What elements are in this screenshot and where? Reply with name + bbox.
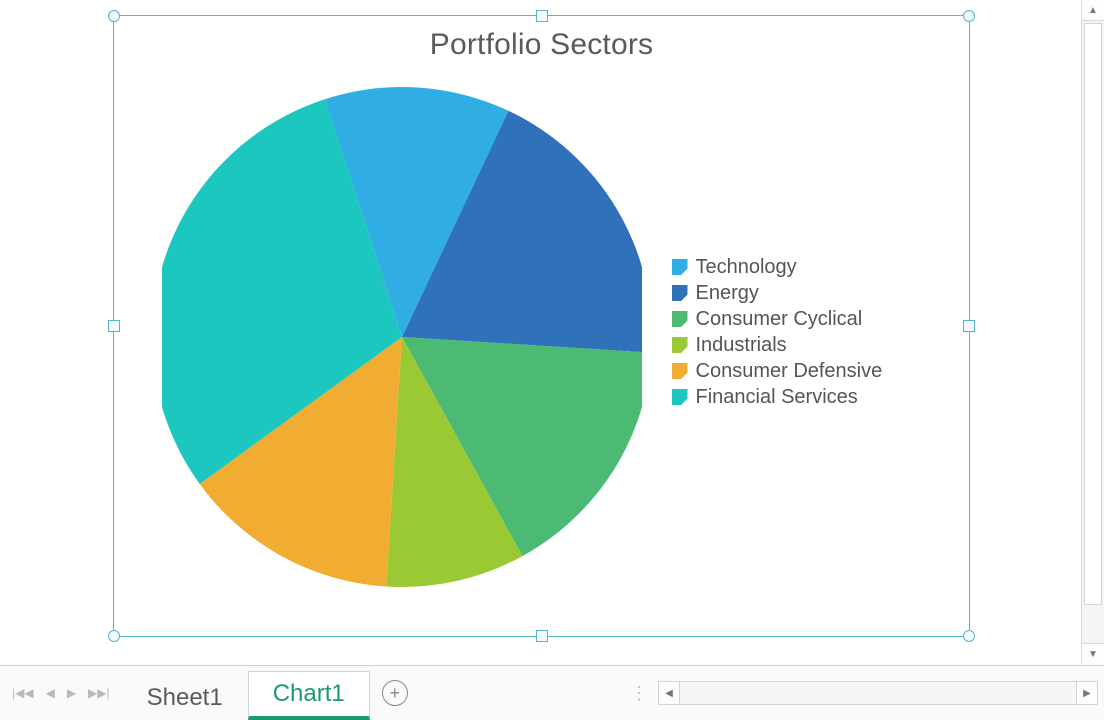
vertical-scroll-track[interactable]	[1082, 21, 1104, 643]
resize-handle-top-right[interactable]	[963, 10, 975, 22]
chart-title[interactable]: Portfolio Sectors	[114, 28, 969, 62]
legend-swatch-icon	[672, 389, 688, 405]
resize-handle-right[interactable]	[963, 320, 975, 332]
tab-nav-next-icon[interactable]: ▶	[67, 686, 76, 700]
tab-nav-last-icon[interactable]: ▶▶|	[88, 686, 110, 700]
legend-item-financial-services[interactable]: Financial Services	[672, 386, 922, 409]
scroll-down-button[interactable]: ▼	[1082, 643, 1104, 664]
resize-handle-top-left[interactable]	[108, 10, 120, 22]
legend-label: Technology	[696, 256, 797, 279]
resize-handle-bottom-left[interactable]	[108, 630, 120, 642]
chart-plot-area[interactable]: Technology Energy Consumer Cyclical Industr…	[114, 62, 969, 602]
legend-swatch-icon	[672, 337, 688, 353]
chart-object[interactable]: Portfolio Sectors Technology Energy Consum…	[113, 15, 970, 637]
pie-chart[interactable]	[162, 72, 642, 592]
sheet-tab-chart1[interactable]: Chart1	[248, 671, 370, 720]
add-sheet-button[interactable]: +	[370, 666, 420, 720]
scroll-left-button[interactable]: ◀	[658, 681, 680, 705]
legend-label: Energy	[696, 282, 759, 305]
tab-nav-first-icon[interactable]: |◀◀	[12, 686, 34, 700]
legend-label: Consumer Cyclical	[696, 308, 863, 331]
plus-icon: +	[382, 680, 408, 706]
worksheet-canvas: Portfolio Sectors Technology Energy Consum…	[0, 0, 1080, 664]
legend-item-technology[interactable]: Technology	[672, 256, 922, 279]
resize-handle-left[interactable]	[108, 320, 120, 332]
legend-item-energy[interactable]: Energy	[672, 282, 922, 305]
resize-handle-bottom[interactable]	[536, 630, 548, 642]
tab-nav-buttons: |◀◀ ◀ ▶ ▶▶|	[0, 666, 122, 720]
legend-item-consumer-cyclical[interactable]: Consumer Cyclical	[672, 308, 922, 331]
legend-item-consumer-defensive[interactable]: Consumer Defensive	[672, 360, 922, 383]
legend-swatch-icon	[672, 259, 688, 275]
scroll-right-button[interactable]: ▶	[1076, 681, 1098, 705]
legend-label: Consumer Defensive	[696, 360, 883, 383]
vertical-scroll-thumb[interactable]	[1084, 23, 1102, 605]
legend-label: Industrials	[696, 334, 787, 357]
legend-swatch-icon	[672, 363, 688, 379]
legend-item-industrials[interactable]: Industrials	[672, 334, 922, 357]
tab-nav-prev-icon[interactable]: ◀	[46, 686, 55, 700]
sheet-tabs: Sheet1Chart1	[122, 666, 370, 720]
scroll-up-button[interactable]: ▲	[1082, 0, 1104, 21]
legend-swatch-icon	[672, 311, 688, 327]
resize-handle-bottom-right[interactable]	[963, 630, 975, 642]
sheet-tab-strip: |◀◀ ◀ ▶ ▶▶| Sheet1Chart1 + ⋮ ◀ ▶	[0, 665, 1104, 720]
chart-legend[interactable]: Technology Energy Consumer Cyclical Industr…	[672, 253, 922, 412]
sheet-tab-sheet1[interactable]: Sheet1	[122, 675, 248, 720]
horizontal-scrollbar[interactable]: ◀ ▶	[658, 666, 1104, 720]
tab-strip-splitter-icon[interactable]: ⋮	[620, 666, 658, 720]
legend-swatch-icon	[672, 285, 688, 301]
vertical-scrollbar[interactable]: ▲ ▼	[1081, 0, 1104, 664]
horizontal-scroll-track[interactable]	[680, 681, 1076, 705]
legend-label: Financial Services	[696, 386, 858, 409]
resize-handle-top[interactable]	[536, 10, 548, 22]
